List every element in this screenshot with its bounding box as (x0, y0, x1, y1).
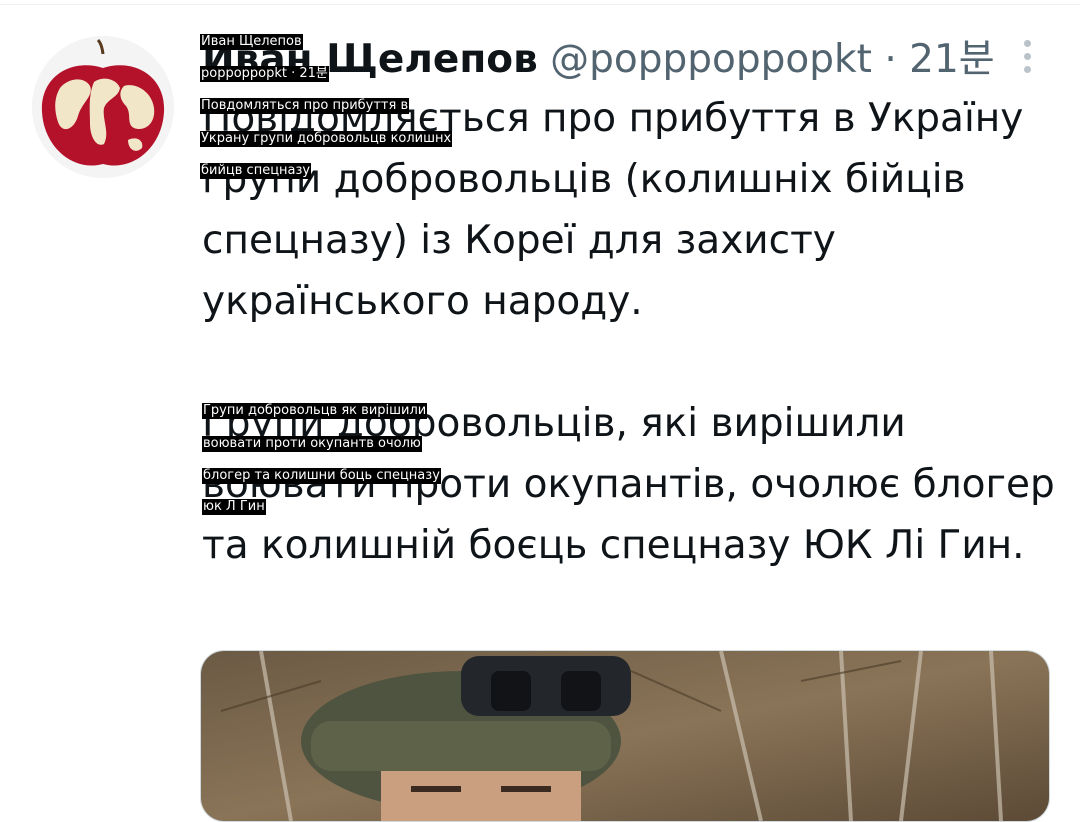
user-handle[interactable]: @popppoppopkt (550, 37, 872, 82)
tweet-text-paragraph-1: Повідомляється про прибуття в Україну гр… (202, 96, 1024, 324)
more-vertical-icon[interactable] (1010, 36, 1044, 76)
ocr-overlay-line: poppoppopkt · 21분 (200, 66, 329, 82)
ocr-overlay-line: Украну групи добровольцв колишнх (200, 131, 453, 147)
timestamp[interactable]: 21분 (909, 37, 995, 82)
ocr-overlay-line: юк Л Гин (202, 499, 266, 515)
tweet-media-image[interactable] (200, 650, 1050, 822)
soldier-photo (201, 651, 1049, 821)
ocr-overlay-line: бийцв спецназу (200, 163, 312, 179)
ocr-overlay-line: блогер та колишни боць спецназу (202, 468, 441, 484)
top-divider (0, 4, 1080, 5)
ocr-overlay-line: Групи добровольцв як вирішили (202, 403, 428, 419)
separator-dot: · (884, 37, 897, 82)
tweet-text-paragraph-2: Групи добровольців, які вирішили воювати… (202, 401, 1055, 568)
apple-avatar-icon (32, 36, 174, 178)
ocr-overlay-line: воювати проти окупантв очолю (202, 436, 422, 452)
avatar[interactable] (32, 36, 174, 178)
ocr-overlay-line: Повдомляться про прибуття в (200, 98, 410, 114)
ocr-overlay-line: Иван Щелепов (200, 34, 303, 50)
